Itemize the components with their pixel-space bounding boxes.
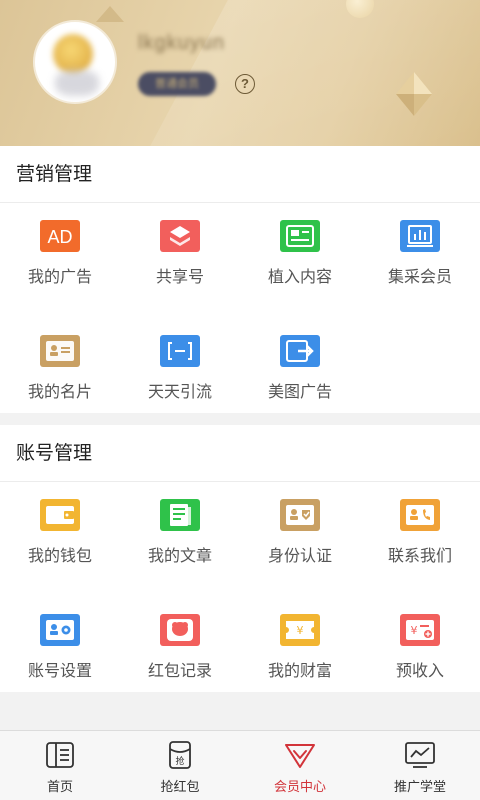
svg-text:AD: AD	[47, 227, 72, 247]
menu-label: 我的财富	[267, 663, 332, 680]
svg-text:抢: 抢	[175, 755, 184, 767]
image-ad-icon	[280, 335, 320, 367]
menu-identity-verification[interactable]: 身份认证	[240, 482, 360, 597]
svg-text:¥: ¥	[411, 624, 418, 637]
contact-icon	[400, 499, 440, 531]
chart-icon	[400, 220, 440, 252]
menu-label: 我的文章	[147, 548, 212, 565]
grab-red-packet-icon: 抢	[169, 741, 191, 769]
menu-my-ads[interactable]: AD 我的广告	[0, 203, 120, 318]
diamond-decoration-icon	[396, 72, 432, 116]
section-title: 账号管理	[0, 425, 480, 482]
id-verify-icon	[280, 499, 320, 531]
profile-header: lkgkuyun 普通会员 ?	[0, 0, 480, 146]
wallet-icon	[40, 499, 80, 531]
menu-group-purchase-member[interactable]: 集采会员	[360, 203, 480, 318]
avatar-image-bottom	[55, 70, 99, 96]
menu-label: 我的名片	[27, 384, 92, 401]
menu-label: 共享号	[155, 269, 204, 286]
tab-grab-red-packet[interactable]: 抢 抢红包	[120, 731, 240, 800]
menu-label: 集采会员	[387, 269, 452, 286]
tab-label: 抢红包	[160, 779, 200, 794]
tab-label: 会员中心	[273, 779, 326, 794]
account-section: 账号管理 我的钱包 我的文章 身份认证 联系我们 账号设置 红包记录 ¥ 我的财…	[0, 425, 480, 692]
member-center-icon	[285, 744, 315, 768]
menu-contact-us[interactable]: 联系我们	[360, 482, 480, 597]
decorative-triangle	[96, 6, 124, 22]
account-settings-icon	[40, 614, 80, 646]
menu-label: 预收入	[395, 663, 444, 680]
menu-shared-account[interactable]: 共享号	[120, 203, 240, 318]
wealth-icon: ¥	[280, 614, 320, 646]
menu-account-settings[interactable]: 账号设置	[0, 597, 120, 712]
menu-my-wallet[interactable]: 我的钱包	[0, 482, 120, 597]
traffic-icon	[160, 335, 200, 367]
menu-label: 我的钱包	[27, 548, 92, 565]
username: lkgkuyun	[138, 32, 225, 54]
pre-income-icon: ¥	[400, 614, 440, 646]
menu-pre-income[interactable]: ¥ 预收入	[360, 597, 480, 712]
menu-red-packet-records[interactable]: 红包记录	[120, 597, 240, 712]
menu-label: 植入内容	[267, 269, 332, 286]
tab-promo-school[interactable]: 推广学堂	[360, 731, 480, 800]
tab-home[interactable]: 首页	[0, 731, 120, 800]
member-level-badge[interactable]: 普通会员	[138, 72, 216, 96]
svg-text:¥: ¥	[297, 624, 304, 637]
menu-label: 账号设置	[27, 663, 92, 680]
share-icon	[160, 220, 200, 252]
article-icon	[160, 499, 200, 531]
menu-label: 红包记录	[147, 663, 212, 680]
promo-school-icon	[405, 742, 435, 768]
embed-content-icon	[280, 220, 320, 252]
menu-my-wealth[interactable]: ¥ 我的财富	[240, 597, 360, 712]
business-card-icon	[40, 335, 80, 367]
home-icon	[46, 742, 74, 768]
avatar-image-top	[53, 34, 93, 74]
menu-my-business-card[interactable]: 我的名片	[0, 318, 120, 433]
tab-member-center[interactable]: 会员中心	[240, 731, 360, 800]
ad-icon: AD	[40, 220, 80, 252]
avatar[interactable]	[33, 20, 117, 104]
bottom-tab-bar: 首页 抢 抢红包 会员中心 推广学堂	[0, 730, 480, 800]
menu-label: 美图广告	[267, 384, 332, 401]
menu-image-ads[interactable]: 美图广告	[240, 318, 360, 433]
tab-label: 首页	[46, 779, 73, 794]
menu-label: 我的广告	[27, 269, 92, 286]
menu-label: 天天引流	[147, 384, 212, 401]
tab-label: 推广学堂	[393, 779, 446, 794]
marketing-section: 营销管理 AD 我的广告 共享号 植入内容 集采会员 我的名片 天天引流 美图广…	[0, 146, 480, 413]
menu-my-articles[interactable]: 我的文章	[120, 482, 240, 597]
menu-embed-content[interactable]: 植入内容	[240, 203, 360, 318]
menu-label: 联系我们	[387, 548, 452, 565]
help-icon[interactable]: ?	[235, 74, 255, 94]
menu-daily-traffic[interactable]: 天天引流	[120, 318, 240, 433]
section-title: 营销管理	[0, 146, 480, 203]
menu-label: 身份认证	[267, 548, 332, 565]
red-packet-record-icon	[160, 614, 200, 646]
